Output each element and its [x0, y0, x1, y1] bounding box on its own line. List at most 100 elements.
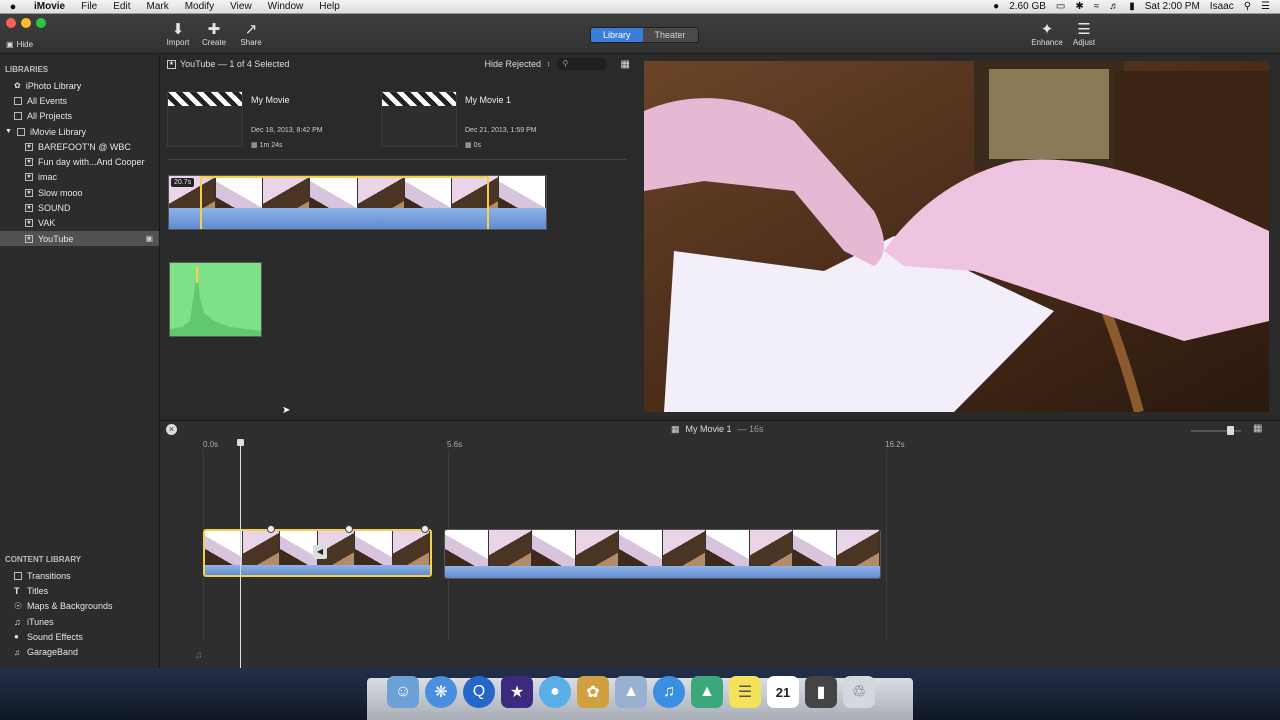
close-window-icon[interactable]	[6, 18, 16, 28]
create-button[interactable]: ✚ Create	[194, 22, 234, 48]
clock[interactable]: Sat 2:00 PM	[1145, 1, 1200, 12]
project-my-movie[interactable]: My Movie Dec 18, 2013, 8:42 PM ▦ 1m 24s	[167, 91, 367, 161]
sidebar-item-sound-effects[interactable]: ● Sound Effects	[0, 629, 160, 644]
hide-icon: ▣	[6, 40, 14, 49]
event-badge-icon: ▣	[145, 234, 153, 244]
keyframe-marker-icon[interactable]	[267, 525, 275, 533]
menu-mark[interactable]: Mark	[138, 1, 176, 12]
keyframe-marker-icon[interactable]	[421, 525, 429, 533]
playhead[interactable]	[237, 439, 244, 669]
tab-library[interactable]: Library	[591, 28, 643, 42]
document-icon[interactable]: ▮	[805, 676, 837, 708]
finder-icon[interactable]: ☺	[387, 676, 419, 708]
menu-help[interactable]: Help	[311, 1, 348, 12]
menu-file[interactable]: File	[73, 1, 105, 12]
sidebar-item-titles[interactable]: T Titles	[0, 583, 160, 598]
sidebar-item-iphoto-library[interactable]: ✿ iPhoto Library	[0, 78, 159, 93]
clip-appearance-icon[interactable]: ▦	[621, 59, 630, 70]
guitar-icon: ♫	[14, 647, 20, 657]
timeline-settings-icon[interactable]: ▦	[1253, 423, 1262, 434]
messages-icon[interactable]: ●	[539, 676, 571, 708]
sidebar-item-sound[interactable]: ★ SOUND	[0, 200, 159, 215]
quicktime-icon[interactable]: Q	[463, 676, 495, 708]
airplay-icon[interactable]: ▭	[1056, 1, 1065, 12]
import-button[interactable]: ⬇ Import	[158, 22, 198, 48]
share-button[interactable]: ↗ Share	[231, 22, 271, 48]
sidebar-item-label: All Events	[27, 95, 68, 106]
keyframe-marker-icon[interactable]	[345, 525, 353, 533]
battery-icon[interactable]: ▮	[1129, 1, 1135, 12]
filter-popup[interactable]: Hide Rejected	[485, 59, 542, 69]
speed-rewind-icon[interactable]: ◀	[313, 545, 327, 559]
sidebar-item-itunes[interactable]: ♫ iTunes	[0, 614, 160, 629]
timeline-clip-1[interactable]: ◀	[203, 529, 432, 577]
zoom-slider-thumb[interactable]	[1227, 426, 1234, 435]
volume-icon[interactable]: ♬	[1109, 1, 1119, 12]
disclosure-triangle-icon[interactable]: ▼	[5, 128, 12, 135]
search-field[interactable]: ⚲	[556, 58, 607, 70]
browser-title: YouTube — 1 of 4 Selected	[180, 59, 290, 69]
sidebar-item-youtube[interactable]: ★ YouTube ▣	[0, 230, 159, 247]
sliders-icon: ☰	[1077, 21, 1091, 38]
share-label: Share	[240, 38, 262, 47]
disk-icon[interactable]: ●	[993, 1, 999, 12]
trash-icon[interactable]: ♲	[843, 676, 875, 708]
selection-range[interactable]	[200, 176, 489, 229]
bluetooth-icon[interactable]: ✱	[1075, 1, 1083, 12]
sidebar-item-imac[interactable]: ★ imac	[0, 170, 159, 185]
event-star-icon: ★	[25, 158, 33, 167]
browser-header: ★ YouTube — 1 of 4 Selected Hide Rejecte…	[161, 55, 636, 73]
adjust-button[interactable]: ☰ Adjust	[1064, 21, 1104, 48]
event-star-icon: ★	[25, 142, 33, 151]
playhead-handle-icon[interactable]	[237, 439, 244, 446]
speaker-icon: ●	[14, 632, 19, 642]
notification-center-icon[interactable]: ☰	[1261, 1, 1270, 12]
sidebar-item-label: imac	[38, 172, 58, 183]
sidebar-item-vak[interactable]: ★ VAK	[0, 216, 159, 231]
sidebar-item-fun-day[interactable]: ★ Fun day with...And Cooper	[0, 154, 159, 169]
zoom-slider[interactable]	[1191, 426, 1241, 435]
sidebar-item-label: BAREFOOT'N @ WBC	[38, 141, 131, 152]
notes-icon[interactable]: ☰	[729, 676, 761, 708]
hide-libraries-button[interactable]: ▣ Hide	[6, 40, 33, 49]
preview-icon[interactable]: ▲	[615, 676, 647, 708]
sidebar-item-barefootn[interactable]: ★ BAREFOOT'N @ WBC	[0, 139, 159, 154]
calendar-icon[interactable]: 21	[767, 676, 799, 708]
timeline-clip-2[interactable]	[444, 529, 881, 579]
tab-theater[interactable]: Theater	[642, 28, 698, 42]
menu-view[interactable]: View	[222, 1, 260, 12]
zoom-window-icon[interactable]	[36, 18, 46, 28]
hide-label: Hide	[16, 40, 34, 49]
video-viewer[interactable]	[644, 61, 1269, 412]
menu-edit[interactable]: Edit	[105, 1, 138, 12]
menu-modify[interactable]: Modify	[177, 1, 222, 12]
sidebar-item-garageband[interactable]: ♫ GarageBand	[0, 644, 160, 659]
sidebar-item-slow-mooo[interactable]: ★ Slow mooo	[0, 185, 159, 200]
close-timeline-icon[interactable]: ×	[166, 424, 177, 435]
iphoto-palm-icon[interactable]: ▲	[691, 676, 723, 708]
music-track-icon: ♫	[195, 650, 203, 661]
sidebar-item-label: Maps & Backgrounds	[27, 601, 113, 612]
sidebar-item-maps[interactable]: ☉ Maps & Backgrounds	[0, 599, 160, 614]
popup-arrows-icon[interactable]: ↕	[547, 61, 551, 68]
imovie-icon[interactable]: ★	[501, 676, 533, 708]
star-icon: ✿	[14, 81, 21, 91]
menu-imovie[interactable]: iMovie	[26, 1, 73, 12]
event-clip-filmstrip[interactable]: 20.7s	[168, 175, 547, 230]
sidebar-item-all-events[interactable]: All Events	[0, 93, 159, 108]
wifi-icon[interactable]: ≈	[1094, 1, 1100, 12]
minimize-window-icon[interactable]	[21, 18, 31, 28]
enhance-button[interactable]: ✦ Enhance	[1027, 22, 1067, 48]
sidebar-item-imovie-library[interactable]: ▼ iMovie Library	[0, 124, 159, 139]
iphoto-icon[interactable]: ✿	[577, 676, 609, 708]
user-name[interactable]: Isaac	[1210, 1, 1234, 12]
sidebar-item-all-projects[interactable]: All Projects	[0, 109, 159, 124]
project-my-movie-1[interactable]: My Movie 1 Dec 21, 2013, 1:59 PM ▦ 0s	[381, 91, 581, 161]
sidebar-item-transitions[interactable]: Transitions	[0, 568, 160, 583]
menu-window[interactable]: Window	[260, 1, 312, 12]
itunes-icon[interactable]: ♫	[653, 676, 685, 708]
audio-clip[interactable]	[169, 262, 262, 337]
safari-icon[interactable]: ❋	[425, 676, 457, 708]
apple-menu-icon[interactable]: ●	[0, 1, 26, 13]
spotlight-icon[interactable]: ⚲	[1244, 1, 1251, 12]
